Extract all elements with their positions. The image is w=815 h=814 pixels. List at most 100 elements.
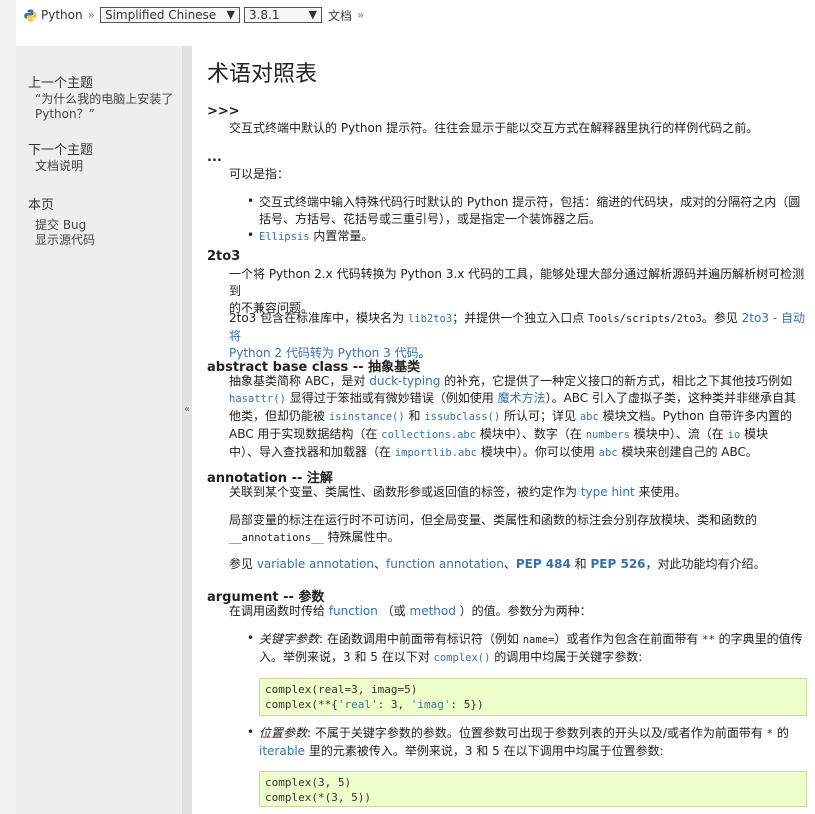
text: ）的值。参数分为两种： [455,604,592,618]
text: 和 [570,557,591,571]
text: （或 [377,604,410,618]
issubclass-link[interactable]: issubclass() [424,411,500,423]
type-hint-link[interactable]: type hint [581,485,635,499]
language-select[interactable]: Simplified Chinese ▼ [99,7,240,23]
duck-typing-link[interactable]: duck-typing [369,374,440,388]
code-token: : 5}) [450,698,484,711]
term-annotation-desc: 关联到某个变量、类属性、函数形参或返回值的标签，被约定作为 type hint … [229,484,807,501]
term-2to3-desc2: 2to3 包含在标准库中，模块名为 lib2to3；并提供一个独立入口点 Too… [229,310,807,362]
lib2to3-link[interactable]: lib2to3 [408,313,452,325]
dropdown-arrow-icon: ▼ [308,8,317,21]
text: 模块来创建自己的 ABC。 [617,445,758,459]
pep-526-link[interactable]: PEP 526 [591,557,646,571]
pep-484-link[interactable]: PEP 484 [516,557,571,571]
list-item-line: 交互式终端中输入特殊代码行时默认的 Python 提示符，包括：缩进的代码块，成… [259,195,801,209]
function-annotation-link[interactable]: function annotation [386,557,504,571]
code-line: complex(**{'real': 3, 'imag': 5}) [265,697,801,712]
method-link[interactable]: method [410,604,456,618]
magic-method-link[interactable]: 魔术方法 [498,391,546,405]
text: 2to3 包含在标准库中，模块名为 [229,311,408,325]
annotations-attr: __annotations__ [229,532,324,544]
text: 参见 [229,557,257,571]
python-link[interactable]: Python [41,8,83,22]
name-eq-code: name= [522,634,555,646]
next-topic-link[interactable]: 文档说明 [35,159,83,174]
list-item-line: 括号、方括号、花括号或三重引号），或是指定一个装饰器之后。 [259,212,602,226]
text: ，对此功能均有介绍。 [645,557,766,571]
code-string: 'real' [337,698,378,711]
io-link[interactable]: io [728,429,741,441]
sidebar-collapse-button[interactable]: « [183,46,192,814]
list-item-text: 内置常量。 [309,229,374,243]
text: 模块 [740,427,769,441]
definition-text: 交互式终端中默认的 Python 提示符。往往会显示于能以交互方式在解释器里执行… [229,121,759,135]
next-topic-heading: 下一个主题 [28,143,94,158]
text: : 不属于关键字参数的参数。位置参数可出现于参数列表的开头以及/或者作为前面带有 [307,726,767,740]
keyword-arg-term: 关键字参数 [259,632,320,646]
python-logo-icon [24,8,37,22]
abc-module-link[interactable]: abc [580,411,599,423]
list-item: 关键字参数: 在函数调用中前面带有标识符（例如 name=）或者作为包含在前面带… [259,631,807,667]
importlib-abc-link[interactable]: importlib.abc [395,447,477,459]
complex-link[interactable]: complex() [434,652,491,664]
dropdown-arrow-icon: ▼ [226,8,235,21]
text: 在调用函数时传给 [229,604,329,618]
prev-topic-link[interactable]: “为什么我的电脑上安装了 [35,92,173,107]
collapse-chevron-icon: « [184,404,191,415]
term-2to3: 2to3 [207,249,241,264]
language-select-value: Simplified Chinese [104,8,217,22]
docs-link[interactable]: 文档 [328,7,352,24]
ellipsis-link[interactable]: Ellipsis [259,231,310,243]
positional-arg-term: 位置参数 [259,726,308,740]
show-source-link[interactable]: 显示源代码 [35,233,95,248]
variable-annotation-link[interactable]: variable annotation [257,557,374,571]
text: ）或者作为包含在前面带有 [554,632,703,646]
collections-abc-link[interactable]: collections.abc [381,429,476,441]
text: 的补充，它提供了一种定义接口的新方式，相比之下其他技巧例如 [440,374,793,388]
numbers-link[interactable]: numbers [586,429,630,441]
definition-text: 可以是指： [229,167,290,181]
abc-module-link[interactable]: abc [599,447,618,459]
text: 关联到某个变量、类属性、函数形参或返回值的标签，被约定作为 [229,485,581,499]
page-title: 术语对照表 [207,62,318,87]
function-link[interactable]: function [329,604,378,618]
iterable-link[interactable]: iterable [259,744,305,758]
code-line: complex(3, 5) [265,776,352,789]
code-token: : 3, [377,698,411,711]
text: 里的元素被传入。举例来说，3 和 5 在以下调用中均属于位置参数: [305,744,664,758]
text: 特殊属性中。 [323,530,400,544]
code-string: 'imag' [410,698,451,711]
code-block-keyword: complex(real=3, imag=5) complex(**{'real… [259,678,807,716]
code-block-positional: complex(3, 5) complex(*(3, 5)) [259,771,807,807]
text: 。 [418,346,431,360]
version-select-value: 3.8.1 [248,8,280,22]
text: 显得过于笨拙或有微妙错误（例如使用 [285,391,498,405]
text: 。参见 [701,311,742,325]
text: 入。举例来说，3 和 5 在以下对 [259,650,434,664]
text: 模块文档。Python 自带许多内置的 [598,409,793,423]
text: 抽象基类简称 ABC，是对 [229,374,370,388]
version-select[interactable]: 3.8.1 ▼ [243,7,322,23]
double-star-code: ** [702,634,715,646]
term-abc-desc: 抽象基类简称 ABC，是对 duck-typing 的补充，它提供了一种定义接口… [229,373,807,462]
report-bug-link[interactable]: 提交 Bug [35,218,86,233]
bullet-icon: • [247,631,255,645]
isinstance-link[interactable]: isinstance() [329,411,405,423]
bullet-icon: • [247,725,255,739]
hasattr-link[interactable]: hasattr() [229,393,286,405]
text: 来使用。 [634,485,687,499]
text: : 在函数调用中前面带有标识符（例如 [319,632,523,646]
tools-path: Tools/scripts/2to3 [588,313,702,325]
top-bar: Python » Simplified Chinese ▼ 3.8.1 ▼ 文档… [0,0,815,814]
term-annotation-desc2: 局部变量的标注在运行时不可访问，但全局变量、类属性和函数的标注会分别存放模块、类… [229,512,807,547]
text: 、 [503,557,516,571]
breadcrumb: Python » Simplified Chinese ▼ 3.8.1 ▼ 文档… [24,5,369,25]
prev-topic-link-line2[interactable]: Python？” [35,107,95,122]
code-line: complex(real=3, imag=5) [265,683,418,696]
this-page-heading: 本页 [28,198,55,213]
list-item: Ellipsis 内置常量。 [259,228,807,246]
term-annotation-desc3: 参见 variable annotation 、function annotati… [229,556,807,573]
text: 他类，但却仍能被 [229,409,329,423]
sidebar: 上一个主题 “为什么我的电脑上安装了 Python？” 下一个主题 文档说明 本… [16,46,183,814]
term-prompt-desc: 交互式终端中默认的 Python 提示符。往往会显示于能以交互方式在解释器里执行… [229,120,807,137]
